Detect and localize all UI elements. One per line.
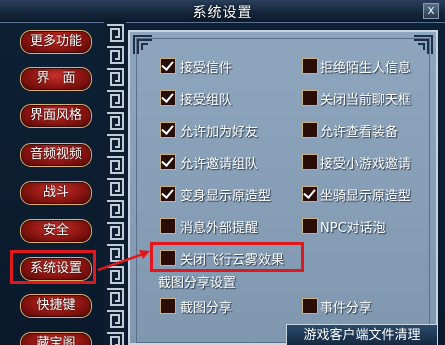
nav-more-functions[interactable]: 更多功能	[20, 30, 92, 54]
screenshot-section-label: 截图分享设置	[158, 276, 237, 291]
option-label: 接受小游戏邀请	[320, 157, 412, 172]
checkbox-event-share[interactable]	[302, 298, 318, 314]
nav-interface-style[interactable]: 界面风格	[20, 104, 92, 128]
nav-interface[interactable]: 界 面	[20, 67, 92, 91]
window-title: 系统设置	[192, 5, 253, 21]
nav-highlight-box	[10, 250, 96, 284]
nav-security[interactable]: 安全	[20, 219, 92, 243]
option-label: 坐骑显示原造型	[320, 189, 412, 204]
option-label: 截图分享	[180, 301, 233, 316]
option-label: 变身显示原造型	[180, 189, 272, 204]
option-label: 允许查看装备	[320, 125, 399, 140]
option-label: 消息外部提醒	[180, 221, 259, 236]
checkbox-allow-invite[interactable]	[160, 154, 176, 170]
checkbox-minigame-invite[interactable]	[302, 154, 318, 170]
checkbox-mount-original[interactable]	[302, 186, 318, 202]
checkbox-accept-team[interactable]	[160, 90, 176, 106]
checkbox-transform-original[interactable]	[160, 186, 176, 202]
close-button[interactable]: x	[423, 3, 439, 19]
corner-ornament-icon	[414, 35, 433, 54]
checkbox-npc-bubble[interactable]	[302, 218, 318, 234]
checkbox-close-chat[interactable]	[302, 90, 318, 106]
checkbox-reject-strangers[interactable]	[302, 58, 318, 74]
checkbox-screenshot-share[interactable]	[160, 298, 176, 314]
nav-treasure[interactable]: 藏宝阁	[20, 332, 92, 345]
checkbox-view-equipment[interactable]	[302, 122, 318, 138]
option-label: 事件分享	[320, 301, 373, 316]
option-label: 接受组队	[180, 93, 233, 108]
option-label: 接受信件	[180, 61, 233, 76]
option-label: 允许加为好友	[180, 125, 259, 140]
corner-ornament-icon	[133, 35, 152, 54]
option-label: NPC对话泡	[320, 221, 386, 236]
option-label: 拒绝陌生人信息	[320, 61, 412, 76]
nav-audio-video[interactable]: 音频视频	[20, 143, 92, 167]
title-bar[interactable]: 系统设置 x	[0, 0, 445, 23]
nav-hotkeys[interactable]: 快捷键	[20, 294, 92, 318]
checkbox-external-notify[interactable]	[160, 218, 176, 234]
nav-battle[interactable]: 战斗	[20, 181, 92, 205]
clear-client-files-button[interactable]: 游戏客户端文件清理	[286, 324, 438, 345]
meander-border	[104, 22, 126, 345]
checkbox-allow-friend[interactable]	[160, 122, 176, 138]
option-label: 关闭当前聊天框	[320, 93, 412, 108]
option-label: 允许邀请组队	[180, 157, 259, 172]
fog-option-highlight-box	[150, 242, 304, 272]
system-settings-window: 系统设置 x 更多功能 界 面 界面风格 音频视频 战斗 安全 系统设置 快捷键…	[0, 0, 445, 345]
checkbox-accept-mail[interactable]	[160, 58, 176, 74]
